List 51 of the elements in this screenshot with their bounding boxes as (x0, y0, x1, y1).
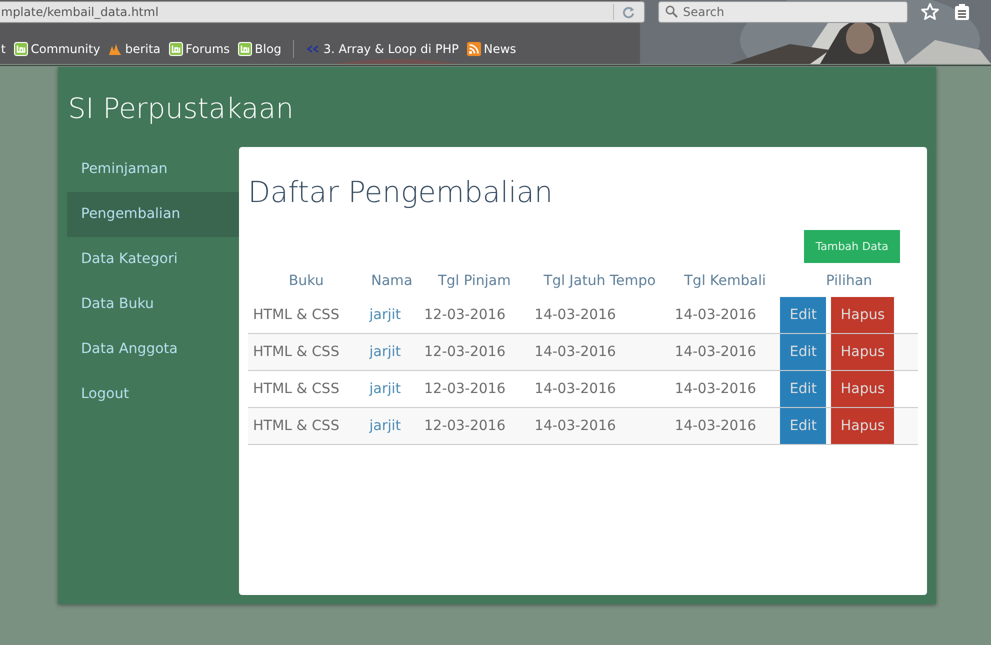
reload-icon[interactable] (622, 6, 635, 18)
page-heading: Daftar Pengembalian (248, 174, 554, 209)
add-data-button[interactable]: Tambah Data (804, 230, 900, 263)
bookmark[interactable]: News (466, 42, 516, 56)
reading-list-icon[interactable] (952, 2, 972, 22)
sidebar-item[interactable]: Data Buku (67, 282, 239, 327)
table-cell: jarjit (364, 334, 420, 370)
sidebar-item[interactable]: Data Anggota (67, 327, 239, 372)
leaf-logo-icon (14, 42, 28, 56)
sidebar-item[interactable]: Data Kategori (67, 237, 239, 282)
edit-button[interactable]: Edit (780, 371, 826, 407)
delete-button[interactable]: Hapus (831, 408, 894, 444)
column-header: Buku (288, 272, 325, 291)
search-field[interactable]: Search (658, 1, 908, 23)
edit-button[interactable]: Edit (780, 408, 826, 444)
column-header: Tgl Pinjam (436, 272, 512, 291)
table-cell: HTML & CSS (248, 334, 364, 370)
table-cell: 14-03-2016 (530, 334, 670, 370)
edit-button[interactable]: Edit (780, 297, 826, 333)
table-cell: 12-03-2016 (419, 334, 530, 370)
flame-logo-icon (108, 42, 122, 56)
address-bar[interactable]: mplate/kembail_data.html (0, 1, 645, 23)
column-header: Nama (370, 272, 414, 291)
bookmark[interactable]: Community (14, 42, 100, 56)
delete-button[interactable]: Hapus (831, 371, 894, 407)
rss-icon (466, 42, 481, 56)
bookmark[interactable]: t (1, 42, 6, 56)
table-cell: jarjit (364, 408, 420, 444)
delete-button[interactable]: Hapus (831, 297, 894, 333)
column-header: Tgl Jatuh Tempo (542, 272, 657, 291)
bookmark[interactable]: berita (108, 42, 160, 56)
bookmark[interactable]: Forums (168, 42, 230, 56)
leaf-logo-icon (238, 42, 252, 56)
table-cell: HTML & CSS (248, 408, 364, 444)
sidebar-item[interactable]: Logout (67, 372, 239, 417)
table-cell: 14-03-2016 (670, 408, 780, 444)
sidebar-item[interactable]: Pengembalian (67, 192, 239, 237)
table-cell: 12-03-2016 (419, 408, 530, 444)
app-title: SI Perpustakaan (67, 91, 295, 127)
edit-button[interactable]: Edit (780, 334, 826, 370)
table-cell: 14-03-2016 (530, 408, 670, 444)
column-header: Pilihan (780, 265, 918, 297)
search-icon (665, 5, 678, 18)
bookmark[interactable]: Blog (238, 42, 282, 56)
delete-button[interactable]: Hapus (831, 334, 894, 370)
bookmark[interactable]: 3. Array & Loop di PHP (306, 42, 459, 56)
leaf-logo-icon (168, 42, 182, 56)
sidebar-item[interactable]: Peminjaman (67, 147, 239, 192)
table-cell: 14-03-2016 (670, 334, 780, 370)
star-icon[interactable] (920, 2, 940, 22)
column-header: Tgl Kembali (670, 265, 780, 297)
